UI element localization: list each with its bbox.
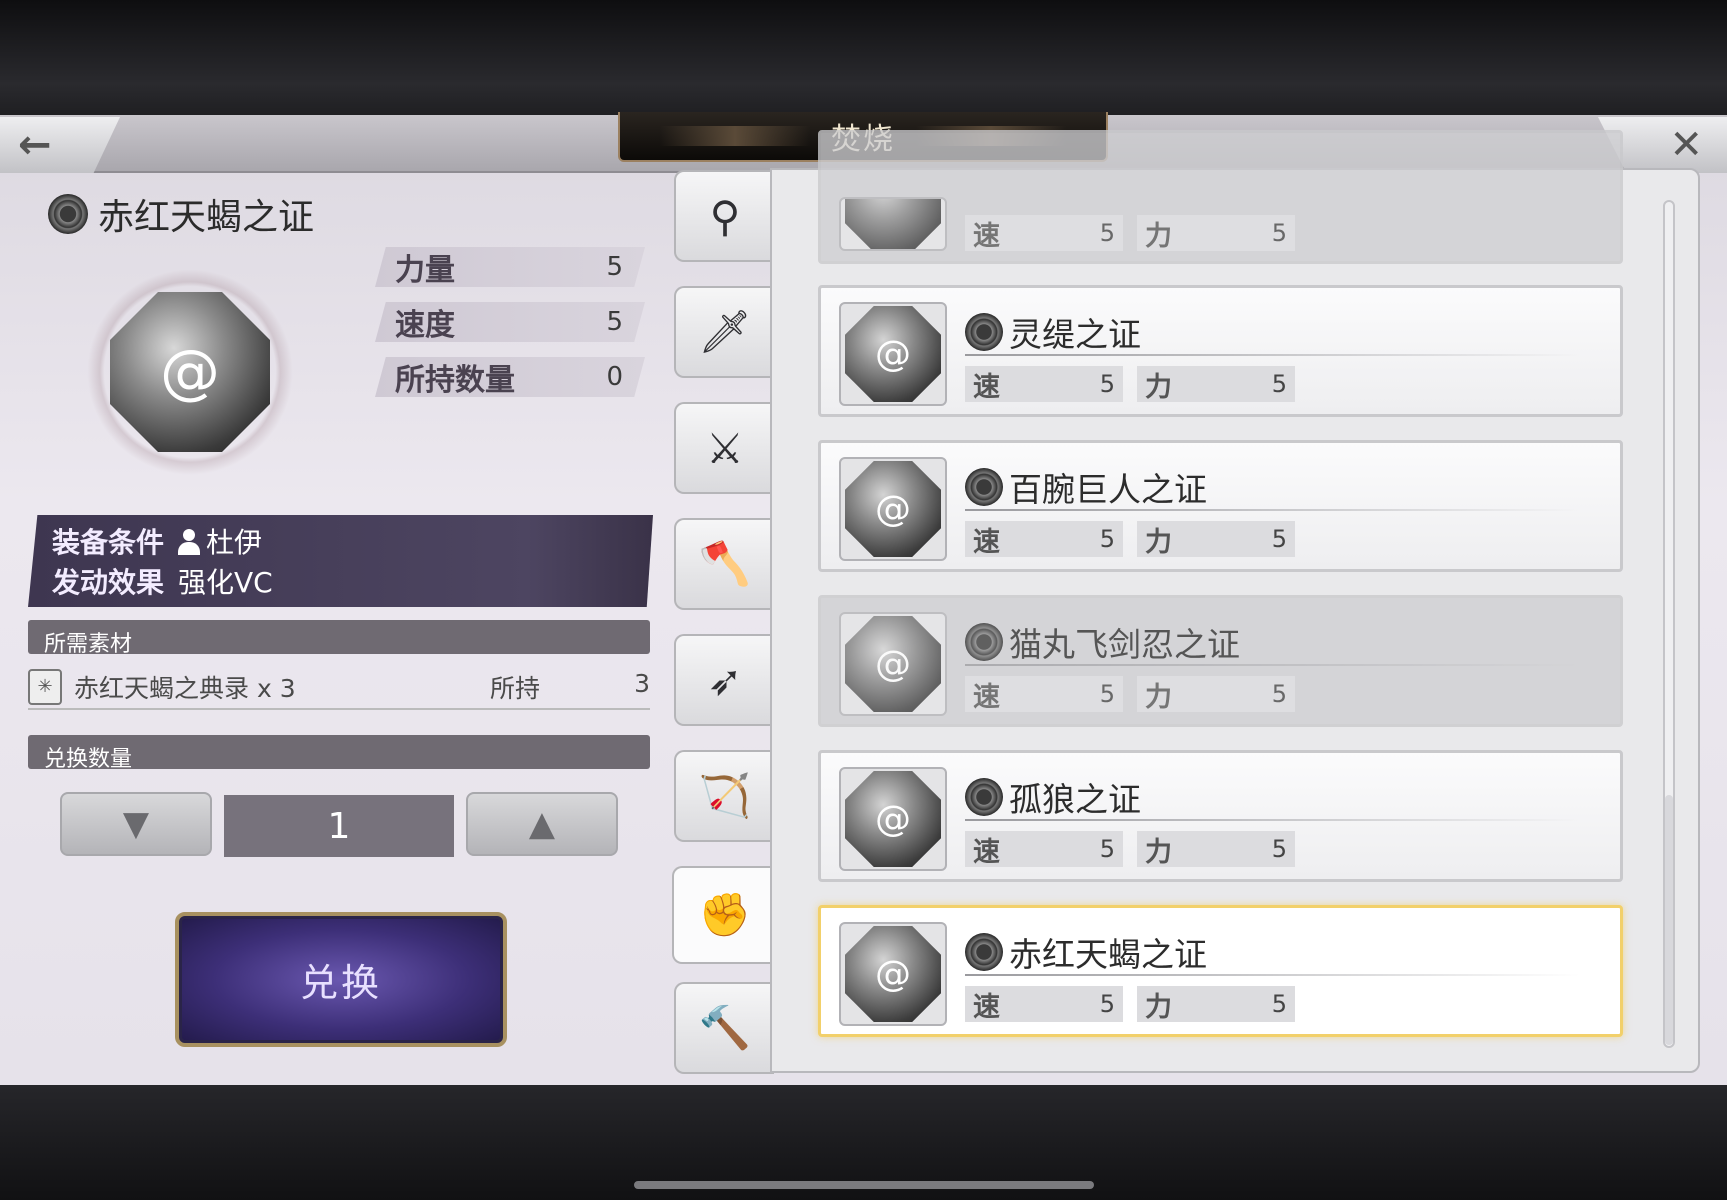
axe-icon: 🪓: [698, 539, 752, 588]
person-icon: [178, 529, 201, 555]
gem-icon: @: [845, 771, 941, 867]
item-title: 赤红天蝎之证: [48, 188, 314, 240]
speed-stat: 速5: [965, 986, 1123, 1023]
back-arrow-icon: ←: [18, 122, 52, 168]
staff-icon: ⚲: [709, 191, 741, 241]
hammer-icon: 🔨: [698, 1003, 752, 1052]
medal-icon: [965, 468, 1003, 506]
exchange-label: 兑换: [299, 961, 382, 1005]
speed-stat: 速5: [965, 366, 1123, 403]
list-item[interactable]: @ 孤狼之证 速5 力5: [818, 750, 1623, 882]
medal-icon: [48, 194, 88, 234]
gem-icon: @: [845, 616, 941, 712]
tab-staff[interactable]: ⚲: [674, 170, 774, 262]
speed-stat: 速5: [965, 521, 1123, 558]
stat-power: 力量 5: [375, 247, 645, 287]
item-name: 百腕巨人之证: [965, 463, 1207, 511]
tab-sword[interactable]: 🗡: [674, 286, 774, 378]
tab-hammer[interactable]: 🔨: [674, 982, 774, 1074]
speed-stat: 速5: [965, 676, 1123, 713]
material-held: 所持 3: [490, 668, 650, 703]
quantity-value[interactable]: 1: [224, 795, 454, 857]
chevron-up-icon: ▲: [528, 804, 556, 844]
power-stat: 力5: [1137, 986, 1295, 1023]
stat-speed: 速度 5: [375, 302, 645, 342]
home-indicator[interactable]: [634, 1181, 1094, 1189]
item-name: 灵缇之证: [965, 308, 1141, 356]
gem-icon: [845, 199, 941, 249]
chevron-down-icon: ▼: [122, 804, 150, 844]
gem-thumb: @: [839, 922, 947, 1026]
scrollbar-thumb[interactable]: [1665, 795, 1673, 1045]
increase-button[interactable]: ▲: [466, 792, 618, 856]
stat-owned: 所持数量 0: [375, 357, 645, 397]
bow-icon: 🏹: [698, 771, 752, 820]
speed-stat: 速5: [965, 215, 1123, 252]
tab-gauntlet[interactable]: ✊: [672, 866, 776, 964]
swirl-icon: @: [160, 337, 220, 407]
divider: [965, 354, 1580, 356]
list-item[interactable]: @ 猫丸飞剑忍之证 速5 力5: [818, 595, 1623, 727]
katana-icon: ⚔: [706, 423, 744, 473]
gem-thumb: @: [839, 612, 947, 716]
list-item[interactable]: @ 灵缇之证 速5 力5: [818, 285, 1623, 417]
book-icon: ✳: [28, 668, 62, 705]
spear-icon: ➶: [707, 655, 743, 705]
tab-spear[interactable]: ➶: [674, 634, 774, 726]
item-name: 赤红天蝎之证: [965, 928, 1207, 976]
gem-icon: @: [845, 926, 941, 1022]
equip-info: 装备条件 杜伊 发动效果 强化VC: [28, 515, 653, 607]
medal-icon: [965, 933, 1003, 971]
list-item[interactable]: 速5 力5: [818, 130, 1623, 264]
gem-thumb: @: [839, 457, 947, 561]
materials-header: 所需素材: [28, 620, 650, 657]
speed-stat: 速5: [965, 831, 1123, 868]
medal-icon: [965, 623, 1003, 661]
item-name: 孤狼之证: [965, 773, 1141, 821]
tab-katana[interactable]: ⚔: [674, 402, 774, 494]
gem-icon: @: [845, 306, 941, 402]
exchange-button[interactable]: 兑换: [175, 912, 507, 1047]
list-item-selected[interactable]: @ 赤红天蝎之证 速5 力5: [818, 905, 1623, 1037]
list-item[interactable]: @ 百腕巨人之证 速5 力5: [818, 440, 1623, 572]
quantity-header: 兑换数量: [28, 735, 650, 772]
power-stat: 力5: [1137, 831, 1295, 868]
gem-thumb: @: [839, 302, 947, 406]
gem-image: @: [110, 292, 270, 452]
power-stat: 力5: [1137, 215, 1295, 252]
sword-icon: 🗡: [698, 307, 752, 356]
gem-thumb: [839, 197, 947, 251]
divider: [965, 819, 1580, 821]
medal-icon: [965, 778, 1003, 816]
item-title-text: 赤红天蝎之证: [98, 197, 315, 238]
tab-axe[interactable]: 🪓: [674, 518, 774, 610]
effect-row: 发动效果 强化VC: [52, 566, 273, 599]
divider: [965, 664, 1580, 666]
power-stat: 力5: [1137, 366, 1295, 403]
gem-icon: @: [845, 461, 941, 557]
medal-icon: [965, 313, 1003, 351]
material-name: 赤红天蝎之典录 x 3: [74, 673, 296, 703]
equip-condition: 装备条件 杜伊: [52, 526, 263, 559]
tab-bow[interactable]: 🏹: [674, 750, 774, 842]
decrease-button[interactable]: ▼: [60, 792, 212, 856]
divider: [965, 509, 1580, 511]
close-icon: ✕: [1669, 122, 1703, 168]
gem-thumb: @: [839, 767, 947, 871]
gauntlet-icon: ✊: [698, 890, 752, 939]
item-name: 猫丸飞剑忍之证: [965, 618, 1240, 666]
divider: [965, 974, 1580, 976]
material-row: ✳ 赤红天蝎之典录 x 3 所持 3: [28, 665, 650, 710]
power-stat: 力5: [1137, 676, 1295, 713]
background-top: [0, 0, 1727, 120]
power-stat: 力5: [1137, 521, 1295, 558]
